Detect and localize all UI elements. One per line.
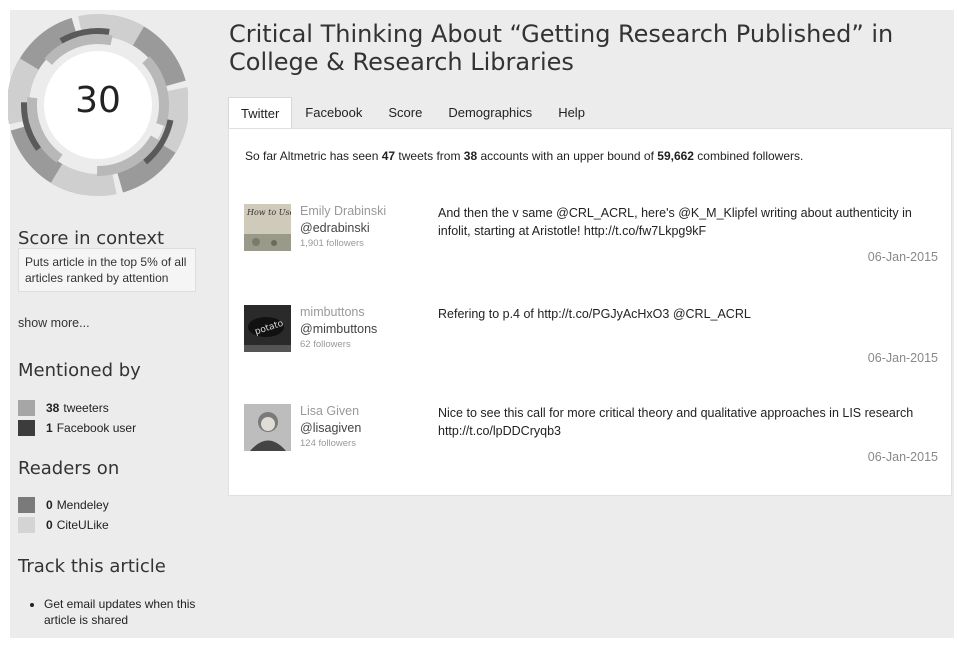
author-handle[interactable]: @lisagiven bbox=[300, 419, 430, 438]
tab-score[interactable]: Score bbox=[375, 97, 435, 129]
tweet-date: 06-Jan-2015 bbox=[867, 250, 938, 264]
tweet-date: 06-Jan-2015 bbox=[867, 450, 938, 464]
avatar[interactable]: potato bbox=[244, 305, 291, 352]
potato-avatar: potato bbox=[244, 305, 291, 352]
tweet-item: Lisa Given @lisagiven 124 followers Nice… bbox=[229, 404, 951, 484]
tweet-item: How to Use A Library Emily Drabinski @ed… bbox=[229, 204, 951, 284]
altmetric-score: 30 bbox=[75, 80, 121, 121]
mentioned-by-title: Mentioned by bbox=[18, 360, 141, 381]
mendeley-swatch bbox=[18, 497, 35, 513]
facebook-swatch bbox=[18, 420, 35, 436]
author-handle[interactable]: @mimbuttons bbox=[300, 320, 430, 339]
citeulike-swatch bbox=[18, 517, 35, 533]
mendeley-label: Mendeley bbox=[56, 498, 109, 512]
email-updates-link[interactable]: Get email updates when this article is s… bbox=[44, 596, 214, 628]
tab-facebook[interactable]: Facebook bbox=[292, 97, 375, 129]
follower-count: 62 followers bbox=[300, 339, 351, 350]
follower-count: 124 followers bbox=[300, 438, 356, 449]
readers-on-title: Readers on bbox=[18, 458, 120, 479]
tweet-author: Emily Drabinski @edrabinski 1,901 follow… bbox=[300, 204, 430, 250]
tweet-text[interactable]: Refering to p.4 of http://t.co/PGJyAcHxO… bbox=[438, 305, 938, 323]
facebook-count: 1 bbox=[46, 421, 53, 435]
score-in-context-title: Score in context bbox=[18, 228, 165, 249]
tweeters-label: tweeters bbox=[63, 401, 109, 415]
summary-mid1: tweets from bbox=[395, 149, 464, 163]
follower-count: 1,901 followers bbox=[300, 238, 364, 249]
show-more-link[interactable]: show more... bbox=[18, 316, 90, 330]
person-avatar bbox=[244, 404, 291, 451]
mentioned-facebook[interactable]: 1 Facebook user bbox=[18, 420, 136, 436]
score-context-box: Puts article in the top 5% of all articl… bbox=[18, 248, 196, 292]
tab-bar: Twitter Facebook Score Demographics Help bbox=[228, 97, 598, 129]
summary-mid2: accounts with an upper bound of bbox=[477, 149, 658, 163]
tab-help[interactable]: Help bbox=[545, 97, 598, 129]
tweet-text[interactable]: Nice to see this call for more critical … bbox=[438, 404, 938, 440]
summary-tweet-count: 47 bbox=[381, 149, 396, 163]
summary-follower-count: 59,662 bbox=[657, 149, 694, 163]
tweeters-swatch bbox=[18, 400, 35, 416]
summary-suffix: combined followers. bbox=[693, 149, 804, 163]
tweet-author: Lisa Given @lisagiven 124 followers bbox=[300, 404, 430, 450]
tweet-text[interactable]: And then the v same @CRL_ACRL, here's @K… bbox=[438, 204, 938, 240]
avatar-caption: How to Use A Library bbox=[246, 208, 291, 217]
tweeters-count: 38 bbox=[46, 401, 60, 415]
book-cover-avatar: How to Use A Library bbox=[244, 204, 291, 251]
article-title: Critical Thinking About “Getting Researc… bbox=[229, 20, 894, 76]
tweet-item: potato mimbuttons @mimbuttons 62 followe… bbox=[229, 305, 951, 385]
tweet-author: mimbuttons @mimbuttons 62 followers bbox=[300, 305, 430, 351]
tab-twitter[interactable]: Twitter bbox=[228, 97, 293, 129]
tweet-summary: So far Altmetric has seen 47 tweets from… bbox=[245, 149, 803, 163]
readers-mendeley[interactable]: 0 Mendeley bbox=[18, 497, 109, 513]
track-list: Get email updates when this article is s… bbox=[18, 596, 214, 628]
tab-demographics[interactable]: Demographics bbox=[435, 97, 545, 129]
summary-account-count: 38 bbox=[463, 149, 478, 163]
author-name[interactable]: Lisa Given bbox=[300, 404, 430, 419]
readers-citeulike[interactable]: 0 CiteULike bbox=[18, 517, 109, 533]
facebook-label: Facebook user bbox=[56, 421, 137, 435]
twitter-panel: So far Altmetric has seen 47 tweets from… bbox=[228, 128, 952, 496]
author-name[interactable]: Emily Drabinski bbox=[300, 204, 430, 219]
track-article-title: Track this article bbox=[18, 556, 166, 577]
citeulike-count: 0 bbox=[46, 518, 53, 532]
tweet-date: 06-Jan-2015 bbox=[867, 351, 938, 365]
mendeley-count: 0 bbox=[46, 498, 53, 512]
author-handle[interactable]: @edrabinski bbox=[300, 219, 430, 238]
author-name[interactable]: mimbuttons bbox=[300, 305, 430, 320]
avatar[interactable]: How to Use A Library bbox=[244, 204, 291, 251]
avatar[interactable] bbox=[244, 404, 291, 451]
mentioned-tweeters[interactable]: 38 tweeters bbox=[18, 400, 109, 416]
summary-prefix: So far Altmetric has seen bbox=[245, 149, 382, 163]
citeulike-label: CiteULike bbox=[56, 518, 109, 532]
